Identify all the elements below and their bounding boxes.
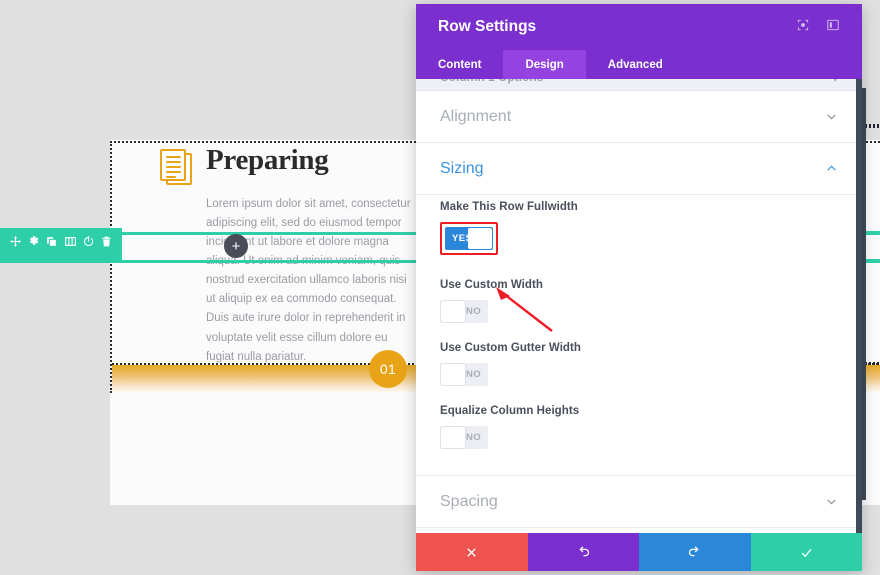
section-alignment-label: Alignment: [440, 107, 512, 125]
chevron-down-icon: [827, 499, 836, 505]
module-title: Preparing: [206, 144, 329, 176]
modal-scrollbar[interactable]: [856, 79, 862, 533]
toggle-knob: [441, 364, 465, 385]
check-icon: [801, 548, 812, 557]
toggle-make-row-fullwidth-value: YES: [452, 233, 473, 244]
undo-button[interactable]: [527, 533, 639, 571]
module-body: Lorem ipsum dolor sit amet, consectetur …: [206, 198, 411, 363]
save-button[interactable]: [750, 533, 862, 571]
chevron-down-icon: ▾: [832, 79, 838, 85]
modal-header: Row Settings: [416, 4, 862, 50]
toggle-knob: [441, 301, 465, 322]
row-toolbar[interactable]: [0, 228, 122, 260]
section-alignment[interactable]: Alignment: [416, 91, 862, 143]
tab-advanced[interactable]: Advanced: [586, 50, 685, 79]
row-settings-modal: Row Settings Content Design Advanced ▾ A…: [416, 4, 862, 571]
add-module-button[interactable]: +: [224, 234, 248, 258]
trash-icon[interactable]: [100, 235, 113, 253]
panel-layout-icon[interactable]: [826, 18, 840, 37]
move-handle-icon[interactable]: [9, 235, 22, 253]
toggle-use-custom-width[interactable]: NO: [440, 300, 488, 323]
toggle-equalize-column-heights-value: NO: [465, 432, 481, 443]
section-spacing-label: Spacing: [440, 492, 498, 510]
toggle-make-row-fullwidth[interactable]: YES: [445, 227, 493, 250]
field-equalize-column-heights-label: Equalize Column Heights: [440, 405, 580, 417]
power-icon[interactable]: [82, 235, 95, 253]
modal-footer: [416, 533, 862, 571]
partial-section-label: Column 1 Options: [440, 79, 543, 84]
row-number-badge: 01: [369, 350, 407, 388]
partial-section-header[interactable]: Column 1 Options ▾: [416, 79, 862, 91]
field-use-custom-gutter-width-label: Use Custom Gutter Width: [440, 342, 581, 354]
chevron-down-icon: [827, 114, 836, 120]
field-use-custom-gutter-width: Use Custom Gutter Width NO: [440, 342, 838, 386]
focus-target-icon[interactable]: [796, 18, 810, 37]
section-sizing-label: Sizing: [440, 159, 484, 177]
field-use-custom-width-label: Use Custom Width: [440, 279, 543, 291]
toggle-knob: [441, 427, 465, 448]
section-spacing[interactable]: Spacing: [416, 476, 862, 528]
close-icon: [467, 547, 476, 557]
redo-button[interactable]: [639, 533, 751, 571]
tab-content[interactable]: Content: [416, 50, 503, 79]
field-equalize-column-heights: Equalize Column Heights NO: [440, 405, 838, 449]
section-animation[interactable]: Animation: [416, 528, 862, 533]
section-sizing-body: Make This Row Fullwidth YES Use Custom W…: [416, 195, 862, 476]
tab-design[interactable]: Design: [503, 50, 586, 79]
toggle-use-custom-width-value: NO: [465, 306, 481, 317]
toggle-equalize-column-heights[interactable]: NO: [440, 426, 488, 449]
modal-scroll-area: Column 1 Options ▾ Alignment Sizing Mak: [416, 79, 862, 533]
section-sizing[interactable]: Sizing: [416, 143, 862, 195]
undo-icon: [579, 545, 589, 556]
duplicate-icon[interactable]: [45, 235, 58, 253]
toggle-use-custom-gutter-width-value: NO: [465, 369, 481, 380]
field-make-row-fullwidth-label: Make This Row Fullwidth: [440, 201, 578, 213]
redo-icon: [689, 545, 699, 556]
cancel-button[interactable]: [416, 533, 528, 571]
document-stack-icon: [160, 149, 196, 189]
field-use-custom-width: Use Custom Width NO: [440, 279, 838, 323]
blurb-module[interactable]: Preparing Lorem ipsum dolor sit amet, co…: [160, 143, 415, 367]
toggle-use-custom-gutter-width[interactable]: NO: [440, 363, 488, 386]
chevron-up-icon: [827, 165, 836, 171]
field-make-row-fullwidth: Make This Row Fullwidth YES: [440, 201, 838, 260]
modal-title: Row Settings: [438, 18, 537, 35]
columns-icon[interactable]: [64, 235, 77, 253]
gear-icon[interactable]: [27, 235, 40, 253]
highlight-box: YES: [440, 222, 498, 255]
modal-tabbar: Content Design Advanced: [416, 50, 862, 79]
